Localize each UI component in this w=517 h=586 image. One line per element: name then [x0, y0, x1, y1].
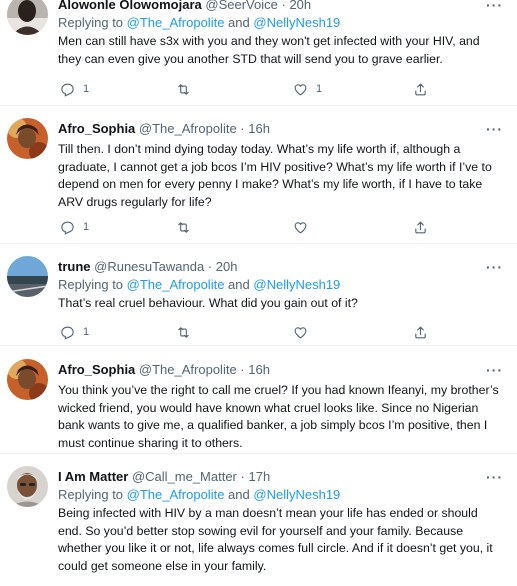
more-icon[interactable]: ···	[486, 260, 503, 274]
avatar[interactable]	[7, 466, 48, 507]
tweet[interactable]: Afro_Sophia @The_Afropolite · 16h You th…	[0, 346, 517, 454]
like-count: 1	[316, 83, 323, 95]
tweet-actions: 1 1	[58, 80, 458, 98]
heart-icon	[294, 326, 307, 338]
like-button[interactable]: 1	[293, 80, 322, 98]
retweet-button[interactable]	[176, 218, 199, 236]
tweet-text: Men can still have s3x with you and they…	[58, 34, 480, 66]
separator: ·	[207, 259, 213, 274]
reply-icon	[61, 326, 74, 340]
more-icon[interactable]: ···	[486, 0, 503, 12]
display-name[interactable]: Afro_Sophia	[58, 121, 135, 136]
like-button[interactable]	[293, 218, 316, 236]
mention-link[interactable]: @The_Afropolite	[127, 15, 225, 30]
tweet-header: Alowonle Olowomojara @SeerVoice · 20h	[58, 0, 503, 13]
mention-link[interactable]: @NellyNesh19	[253, 15, 340, 30]
share-icon	[415, 83, 426, 95]
user-handle[interactable]: @SeerVoice	[205, 0, 277, 12]
separator: ·	[240, 362, 245, 377]
timestamp[interactable]: 20h	[289, 0, 311, 12]
retweet-icon	[178, 83, 189, 95]
display-name[interactable]: Afro_Sophia	[58, 362, 135, 377]
replying-to: Replying to @The_Afropolite and @NellyNe…	[58, 276, 503, 293]
retweet-icon	[178, 221, 189, 233]
display-name[interactable]: Alowonle Olowomojara	[58, 0, 202, 12]
replying-and: and	[228, 15, 250, 30]
retweet-icon	[178, 326, 189, 338]
replying-prefix: Replying to	[58, 15, 124, 30]
timestamp[interactable]: 17h	[248, 469, 270, 484]
replying-and: and	[228, 277, 250, 292]
reply-count: 1	[83, 221, 90, 233]
share-icon	[415, 221, 426, 233]
share-button[interactable]	[413, 218, 428, 236]
tweet-header: Afro_Sophia @The_Afropolite · 16h	[58, 121, 503, 137]
more-icon[interactable]: ···	[486, 470, 503, 484]
reply-button[interactable]: 1	[60, 218, 89, 236]
tweet-actions: 1	[58, 218, 458, 236]
user-handle[interactable]: @The_Afropolite	[139, 362, 237, 377]
reply-icon	[61, 221, 74, 235]
separator: ·	[281, 0, 286, 12]
user-handle[interactable]: @Call_me_Matter	[132, 469, 237, 484]
user-handle[interactable]: @The_Afropolite	[139, 121, 237, 136]
tweet-header: I Am Matter @Call_me_Matter · 17h	[58, 469, 503, 485]
user-handle[interactable]: @RunesuTawanda	[94, 259, 204, 274]
display-name[interactable]: trune	[58, 259, 91, 274]
tweet-actions: 1	[58, 323, 458, 341]
replying-to: Replying to @The_Afropolite and @NellyNe…	[58, 14, 503, 31]
replying-prefix: Replying to	[58, 487, 124, 502]
avatar[interactable]	[7, 118, 48, 159]
timestamp[interactable]: 16h	[248, 362, 270, 377]
like-button[interactable]	[293, 323, 316, 341]
tweet-header: trune @RunesuTawanda · 20h	[58, 259, 503, 275]
timestamp[interactable]: 16h	[248, 121, 270, 136]
replying-prefix: Replying to	[58, 277, 124, 292]
tweet[interactable]: Alowonle Olowomojara @SeerVoice · 20h Re…	[0, 0, 517, 106]
avatar[interactable]	[7, 256, 48, 297]
avatar[interactable]	[7, 359, 48, 400]
mention-link[interactable]: @NellyNesh19	[253, 487, 340, 502]
tweet[interactable]: trune @RunesuTawanda · 20h Replying to @…	[0, 244, 517, 346]
tweet-header: Afro_Sophia @The_Afropolite · 16h	[58, 362, 503, 378]
mention-link[interactable]: @The_Afropolite	[127, 277, 225, 292]
reply-count: 1	[83, 326, 90, 338]
more-icon[interactable]: ···	[486, 363, 503, 377]
replying-and: and	[228, 487, 250, 502]
timestamp[interactable]: 20h	[216, 259, 238, 274]
retweet-button[interactable]	[176, 80, 199, 98]
display-name[interactable]: I Am Matter	[58, 469, 128, 484]
separator: ·	[240, 469, 245, 484]
tweet-text: That’s real cruel behaviour. What did yo…	[58, 296, 358, 310]
more-icon[interactable]: ···	[486, 122, 503, 136]
tweet[interactable]: Afro_Sophia @The_Afropolite · 16h Till t…	[0, 106, 517, 244]
tweet-text: Till then. I don’t mind dying today toda…	[58, 142, 492, 209]
reply-count: 1	[83, 83, 90, 95]
tweet-text: Being infected with HIV by a man doesn’t…	[58, 506, 493, 573]
mention-link[interactable]: @The_Afropolite	[127, 487, 225, 502]
heart-icon	[294, 221, 307, 233]
avatar[interactable]	[7, 0, 48, 35]
heart-icon	[294, 83, 307, 95]
retweet-button[interactable]	[176, 323, 199, 341]
share-icon	[415, 326, 426, 338]
share-button[interactable]	[413, 80, 428, 98]
replying-to: Replying to @The_Afropolite and @NellyNe…	[58, 486, 503, 503]
share-button[interactable]	[413, 323, 428, 341]
reply-icon	[61, 83, 74, 97]
reply-button[interactable]: 1	[60, 323, 89, 341]
mention-link[interactable]: @NellyNesh19	[253, 277, 340, 292]
tweet-text: You think you’ve the right to call me cr…	[58, 383, 499, 450]
reply-button[interactable]: 1	[60, 80, 89, 98]
separator: ·	[240, 121, 245, 136]
tweet[interactable]: I Am Matter @Call_me_Matter · 17h Replyi…	[0, 454, 517, 586]
